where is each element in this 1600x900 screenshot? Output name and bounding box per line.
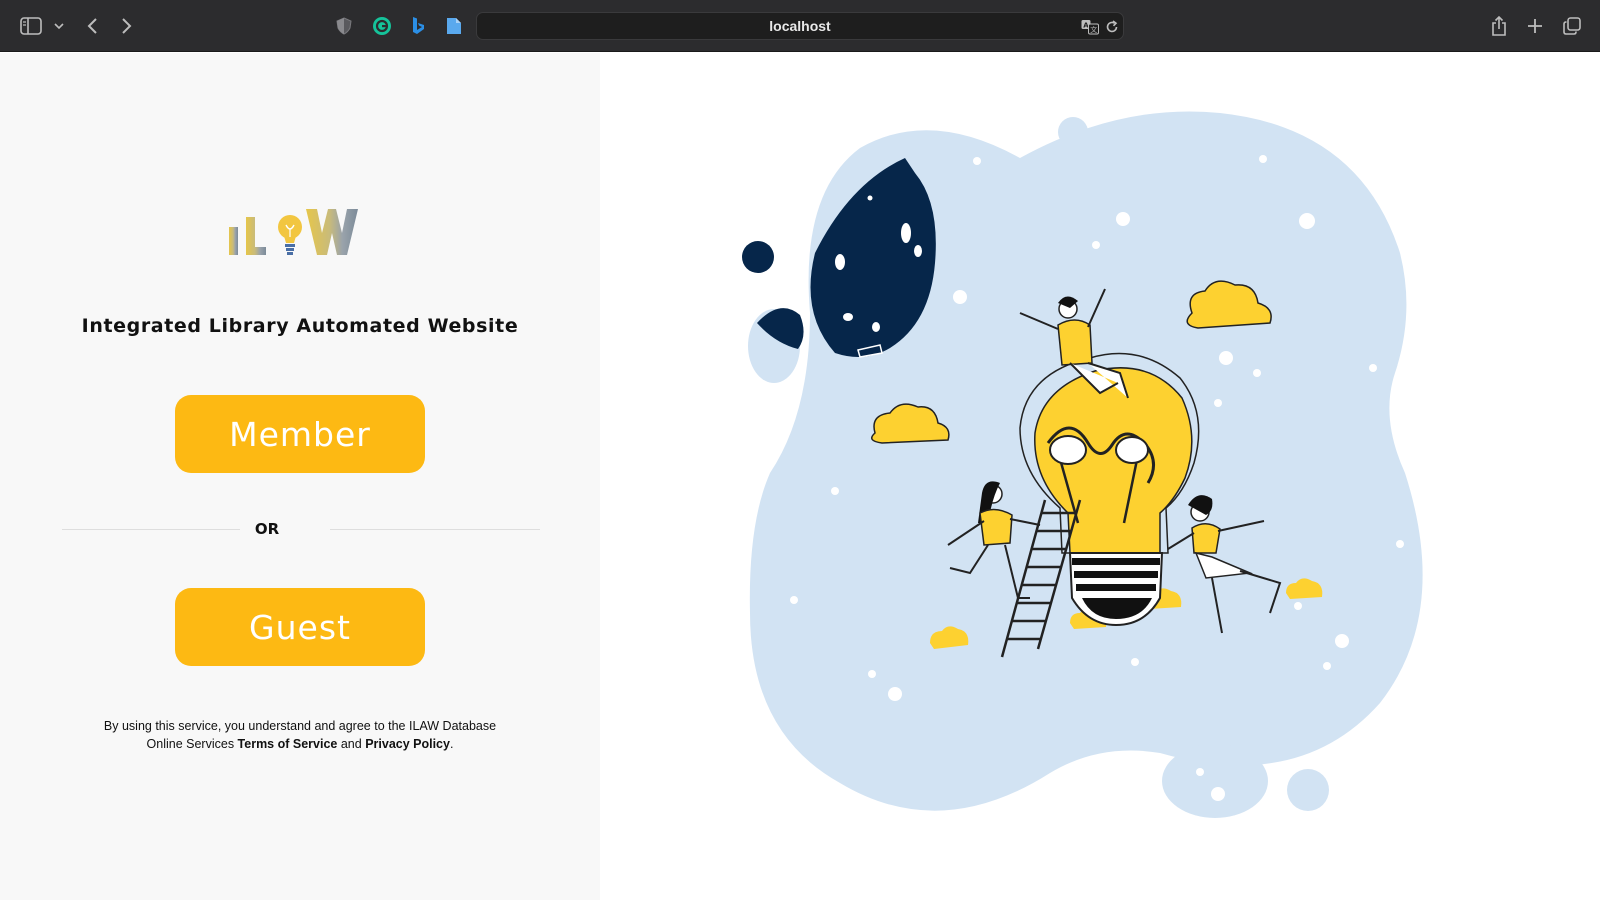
ilaw-logo xyxy=(226,203,376,263)
sidebar-icon[interactable] xyxy=(18,12,44,40)
browser-toolbar: localhost A文 xyxy=(0,0,1600,52)
forward-icon[interactable] xyxy=(117,12,137,40)
bubble xyxy=(1287,769,1329,811)
bing-icon[interactable] xyxy=(408,12,428,40)
lightbulb-illustration xyxy=(742,111,1423,818)
chevron-down-icon[interactable] xyxy=(52,12,66,40)
share-icon[interactable] xyxy=(1488,12,1510,40)
svg-text:文: 文 xyxy=(1090,25,1097,34)
terms-of-service-link[interactable]: Terms of Service xyxy=(238,737,338,751)
member-button[interactable]: Member xyxy=(175,395,425,473)
page-title: Integrated Library Automated Website xyxy=(81,315,519,337)
divider-line-right xyxy=(330,529,540,530)
notes-icon[interactable] xyxy=(444,12,464,40)
navy-moon xyxy=(742,241,774,273)
illustration-panel xyxy=(600,53,1600,900)
login-panel: Integrated Library Automated Website Mem… xyxy=(0,53,600,900)
legal-notice: By using this service, you understand an… xyxy=(100,717,500,753)
legal-and: and xyxy=(337,737,366,751)
new-tab-icon[interactable] xyxy=(1524,12,1546,40)
tabs-overview-icon[interactable] xyxy=(1561,12,1583,40)
translate-icon[interactable]: A文 xyxy=(1081,19,1099,39)
reload-icon[interactable] xyxy=(1105,19,1119,38)
bubble xyxy=(1162,744,1268,818)
or-divider: OR xyxy=(62,515,540,545)
privacy-policy-link[interactable]: Privacy Policy xyxy=(365,737,450,751)
back-icon[interactable] xyxy=(82,12,102,40)
guest-button[interactable]: Guest xyxy=(175,588,425,666)
grammarly-icon[interactable] xyxy=(370,12,394,40)
bubble xyxy=(1058,117,1088,147)
shield-icon[interactable] xyxy=(334,12,354,40)
legal-suffix: . xyxy=(449,737,454,751)
address-bar[interactable]: localhost A文 xyxy=(476,12,1124,40)
url-text: localhost xyxy=(769,18,831,34)
